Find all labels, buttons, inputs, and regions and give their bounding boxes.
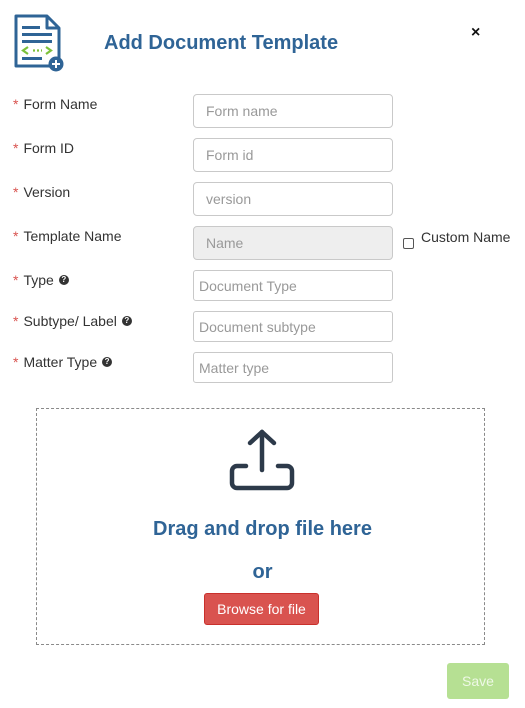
save-button[interactable]: Save xyxy=(447,663,509,699)
help-icon[interactable]: ? xyxy=(121,316,132,326)
form-name-input[interactable] xyxy=(193,94,393,128)
type-label-text: Type xyxy=(23,272,54,288)
required-marker: * xyxy=(13,96,19,112)
required-marker: * xyxy=(13,272,19,288)
required-marker: * xyxy=(13,140,19,156)
version-label-text: Version xyxy=(23,184,71,200)
required-marker: * xyxy=(13,313,19,329)
template-name-label-text: Template Name xyxy=(23,228,122,244)
required-marker: * xyxy=(13,228,19,244)
required-marker: * xyxy=(13,184,19,200)
form-name-label-text: Form Name xyxy=(23,96,98,112)
form-id-label-text: Form ID xyxy=(23,140,75,156)
template-name-label: * Template Name xyxy=(13,228,122,244)
upload-tray-icon xyxy=(229,428,295,492)
custom-name-label[interactable]: Custom Name xyxy=(421,229,510,245)
browse-file-button[interactable]: Browse for file xyxy=(204,593,319,625)
matter-type-input[interactable] xyxy=(193,352,393,383)
type-label: * Type ? xyxy=(13,272,69,288)
custom-name-checkbox[interactable] xyxy=(403,238,414,249)
version-input[interactable] xyxy=(193,182,393,216)
help-icon[interactable]: ? xyxy=(102,357,113,367)
dialog-title: Add Document Template xyxy=(104,32,339,54)
form-id-input[interactable] xyxy=(193,138,393,172)
or-text: or xyxy=(252,561,273,583)
matter-type-label: * Matter Type ? xyxy=(13,354,113,370)
document-subtype-input[interactable] xyxy=(193,311,393,342)
template-name-input xyxy=(193,226,393,260)
matter-type-label-text: Matter Type xyxy=(23,354,98,370)
drag-drop-text: Drag and drop file here xyxy=(153,518,372,540)
close-icon[interactable]: × xyxy=(471,24,480,42)
required-marker: * xyxy=(13,354,19,370)
subtype-label-text: Subtype/ Label xyxy=(23,313,117,329)
help-icon[interactable]: ? xyxy=(58,275,69,285)
form-id-label: * Form ID xyxy=(13,140,74,156)
document-template-add-icon xyxy=(13,14,65,72)
form-name-label: * Form Name xyxy=(13,96,97,112)
version-label: * Version xyxy=(13,184,70,200)
subtype-label: * Subtype/ Label ? xyxy=(13,313,132,329)
document-type-input[interactable] xyxy=(193,270,393,301)
